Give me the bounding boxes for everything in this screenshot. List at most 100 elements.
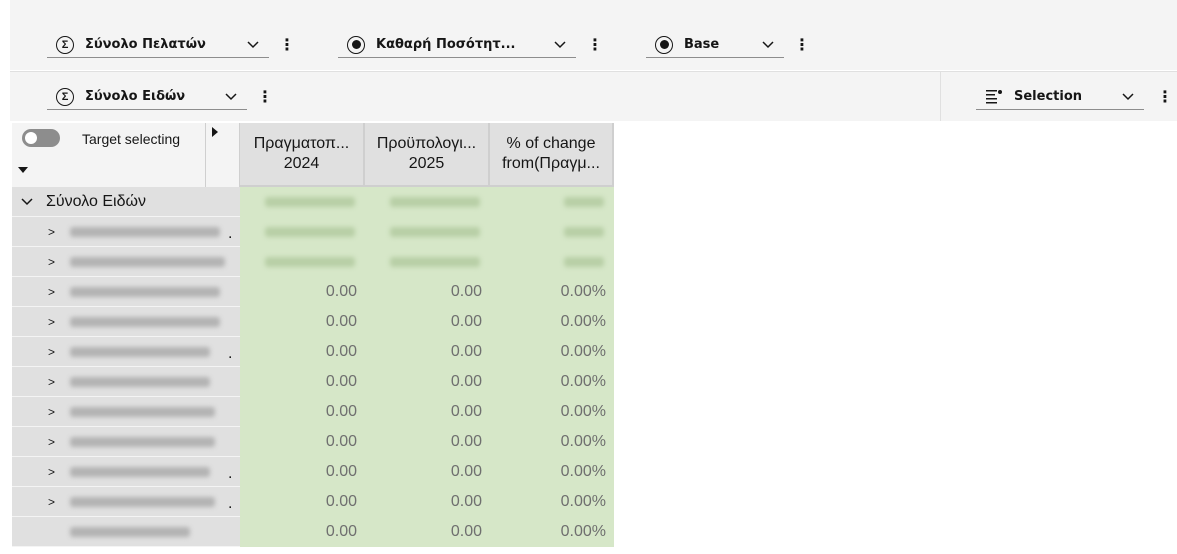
table-cell[interactable]: 0.00 xyxy=(365,337,490,367)
redacted-label xyxy=(70,407,215,417)
table-row-header[interactable]: > xyxy=(12,427,240,457)
table-cell[interactable]: 0.00 xyxy=(365,517,490,547)
redacted-label xyxy=(70,317,220,327)
caret-down-icon[interactable] xyxy=(18,167,28,173)
dropdown-label: Σύνολο Ειδών xyxy=(85,89,186,104)
net-quantity-dropdown[interactable]: Καθαρή Ποσότητ... xyxy=(338,32,576,58)
truncation-mark: . xyxy=(228,465,233,482)
table-row-header[interactable]: > . xyxy=(12,217,240,247)
column-header-line1: % of change xyxy=(506,135,596,152)
total-row-header[interactable]: Σύνολο Ειδών xyxy=(12,187,240,217)
table-cell[interactable]: 0.00 xyxy=(365,397,490,427)
customers-total-dropdown[interactable]: Σ Σύνολο Πελατών xyxy=(47,32,269,58)
toolbar-divider xyxy=(940,72,941,121)
chevron-right-icon[interactable]: > xyxy=(48,225,55,239)
overflow-menu-icon[interactable]: ⋮ xyxy=(279,35,295,55)
dropdown-label: Selection xyxy=(1014,89,1083,104)
column-header-actual-2024[interactable]: Πραγματοπ... 2024 xyxy=(240,123,365,187)
measures-toolbar: Σ Σύνολο Πελατών ⋮ Καθαρή Ποσότητ... ⋮ B… xyxy=(10,0,1177,70)
table-cell[interactable]: 0.00 xyxy=(240,457,365,487)
table-cell[interactable]: 0.00 xyxy=(240,487,365,517)
table-row-header[interactable]: >. xyxy=(12,457,240,487)
redacted-cell xyxy=(365,187,490,217)
chevron-right-icon[interactable]: > xyxy=(48,405,55,419)
table-cell[interactable]: 0.00% xyxy=(490,427,614,457)
table-row-header[interactable]: > xyxy=(12,277,240,307)
chevron-down-icon xyxy=(225,93,237,101)
base-dropdown[interactable]: Base xyxy=(646,32,784,58)
chevron-right-icon[interactable]: > xyxy=(48,345,55,359)
table-cell[interactable]: 0.00% xyxy=(490,397,614,427)
table-cell[interactable]: 0.00 xyxy=(365,277,490,307)
column-header-line2: from(Πραγμ... xyxy=(502,155,600,172)
table-cell[interactable]: 0.00 xyxy=(240,397,365,427)
items-total-dropdown[interactable]: Σ Σύνολο Ειδών xyxy=(47,84,247,110)
table-cell[interactable]: 0.00 xyxy=(240,307,365,337)
chevron-right-icon[interactable]: > xyxy=(48,435,55,449)
redacted-label xyxy=(70,437,215,447)
redacted-label xyxy=(70,527,190,537)
chevron-right-icon[interactable]: > xyxy=(48,285,55,299)
table-cell[interactable]: 0.00 xyxy=(240,367,365,397)
caret-right-icon[interactable] xyxy=(212,127,218,137)
chevron-down-icon xyxy=(1122,93,1134,101)
target-icon xyxy=(346,35,366,55)
column-header-budget-2025[interactable]: Προϋπολογι... 2025 xyxy=(365,123,490,187)
table-cell[interactable]: 0.00% xyxy=(490,367,614,397)
table-cell[interactable]: 0.00% xyxy=(490,307,614,337)
table-row-header[interactable]: >. xyxy=(12,487,240,517)
column-header-line2: 2024 xyxy=(283,155,320,172)
toggle-label: Target selecting xyxy=(82,131,181,147)
table-cell[interactable]: 0.00 xyxy=(365,487,490,517)
overflow-menu-icon[interactable]: ⋮ xyxy=(257,87,273,107)
table-cell[interactable]: 0.00 xyxy=(240,277,365,307)
redacted-label xyxy=(70,467,210,477)
redacted-cell xyxy=(490,217,614,247)
redacted-cell xyxy=(365,247,490,277)
chevron-right-icon[interactable]: > xyxy=(48,315,55,329)
overflow-menu-icon[interactable]: ⋮ xyxy=(1157,87,1173,107)
target-selecting-toggle[interactable] xyxy=(22,129,60,147)
column-header-percent-change[interactable]: % of change from(Πραγμ... xyxy=(490,123,614,187)
overflow-menu-icon[interactable]: ⋮ xyxy=(587,35,603,55)
column-header-line2: 2025 xyxy=(408,155,445,172)
table-row-header[interactable]: >. xyxy=(12,337,240,367)
chevron-right-icon[interactable]: > xyxy=(48,255,55,269)
dropdown-label: Σύνολο Πελατών xyxy=(85,37,206,52)
redacted-cell xyxy=(240,187,365,217)
table-cell[interactable]: 0.00 xyxy=(240,337,365,367)
chevron-right-icon[interactable]: > xyxy=(48,375,55,389)
table-cell[interactable]: 0.00 xyxy=(365,457,490,487)
chevron-right-icon[interactable]: > xyxy=(48,495,55,509)
table-cell[interactable]: 0.00% xyxy=(490,487,614,517)
table-cell[interactable]: 0.00 xyxy=(365,367,490,397)
redacted-label xyxy=(70,287,220,297)
sigma-icon: Σ xyxy=(55,35,75,55)
selection-dropdown[interactable]: Selection xyxy=(976,84,1144,110)
overflow-menu-icon[interactable]: ⋮ xyxy=(794,35,810,55)
selection-list-icon xyxy=(984,87,1004,107)
redacted-cell xyxy=(240,217,365,247)
table-cell[interactable]: 0.00% xyxy=(490,457,614,487)
chevron-down-icon[interactable] xyxy=(20,195,34,209)
dropdown-label: Base xyxy=(684,37,720,52)
truncation-mark: . xyxy=(228,495,233,512)
crosstab-corner: Target selecting xyxy=(12,123,240,187)
table-cell[interactable]: 0.00 xyxy=(240,427,365,457)
table-row-header[interactable]: > xyxy=(12,247,240,277)
table-cell[interactable]: 0.00 xyxy=(365,427,490,457)
table-cell[interactable]: 0.00 xyxy=(240,517,365,547)
table-row-header[interactable]: > xyxy=(12,397,240,427)
table-cell[interactable]: 0.00 xyxy=(365,307,490,337)
table-row-header[interactable]: > xyxy=(12,367,240,397)
table-cell[interactable]: 0.00% xyxy=(490,337,614,367)
table-cell[interactable]: 0.00% xyxy=(490,277,614,307)
redacted-cell xyxy=(490,247,614,277)
table-row-header[interactable]: > xyxy=(12,307,240,337)
sigma-icon: Σ xyxy=(55,87,75,107)
chevron-down-icon xyxy=(762,41,774,49)
table-cell[interactable]: 0.00% xyxy=(490,517,614,547)
chevron-right-icon[interactable]: > xyxy=(48,465,55,479)
table-row-header[interactable] xyxy=(12,517,240,547)
column-header-line1: Προϋπολογι... xyxy=(376,135,477,152)
